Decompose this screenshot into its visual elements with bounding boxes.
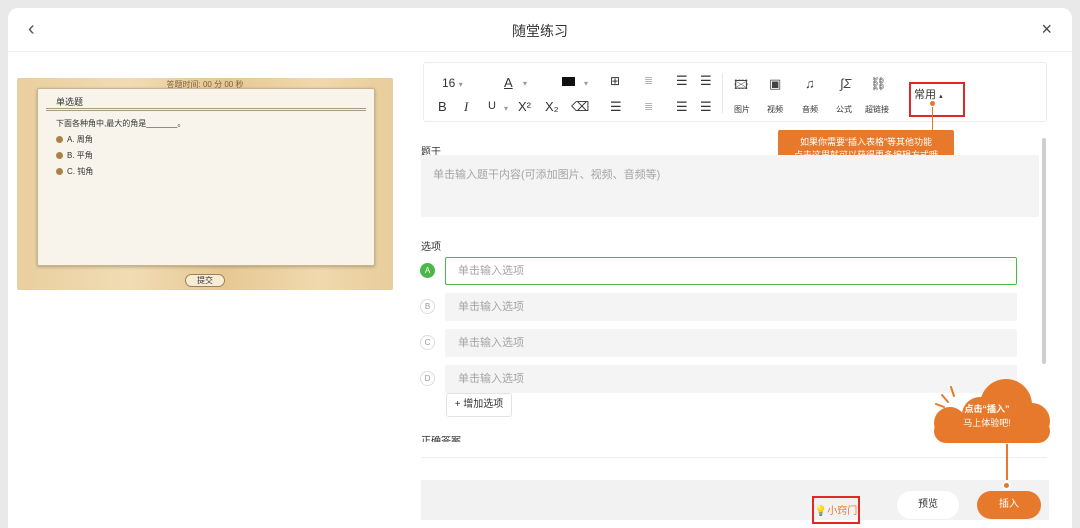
options-label: 选项 [421, 242, 441, 253]
option-input-a[interactable]: 单击输入选项 [445, 257, 1017, 285]
title-bar: ‹ 随堂练习 × [8, 8, 1072, 52]
preview-option[interactable]: A. 周角 [56, 134, 93, 145]
lightbulb-icon: 💡 [814, 506, 828, 517]
video-icon[interactable]: ▣ [769, 76, 781, 92]
chevron-down-icon[interactable]: ▾ [504, 104, 508, 113]
align-left-icon[interactable]: ☰ [676, 73, 688, 89]
callout-title: 点击“插入” [964, 404, 1010, 414]
option-input-c[interactable]: 单击输入选项 [445, 329, 1017, 357]
font-size-select[interactable]: 16 ▾ [442, 76, 463, 90]
hint-button[interactable]: 💡小窍门 [812, 502, 860, 522]
formula-label[interactable]: 公式 [836, 104, 852, 115]
audio-icon[interactable]: ♫ [805, 76, 815, 91]
chevron-down-icon[interactable]: ▾ [584, 79, 588, 88]
callout-subtitle: 马上体验吧! [963, 418, 1011, 428]
bg-color-icon[interactable] [562, 77, 575, 86]
underline-button[interactable]: U [488, 100, 496, 112]
insert-button[interactable]: 插入 [977, 491, 1041, 519]
superscript-button[interactable]: X² [518, 99, 531, 114]
callout-connector [1006, 444, 1008, 484]
dialog-title: 随堂练习 [512, 23, 568, 39]
question-type: 单选题 [56, 97, 84, 107]
text-color-icon[interactable]: A [504, 75, 513, 90]
option-letter-b[interactable]: B [420, 299, 435, 314]
stem-input[interactable]: 单击输入题干内容(可添加图片、视频、音频等) [421, 155, 1039, 217]
radio-dot-icon [56, 152, 63, 159]
align-center-icon[interactable]: ☰ [676, 99, 688, 115]
link-label[interactable]: 超链接 [865, 104, 889, 115]
align-right-icon[interactable]: ☰ [700, 73, 712, 89]
indent-icon[interactable]: ≣ [644, 100, 653, 113]
question-card: 单选题 下面各种角中,最大的角是_______。 A. 周角 B. 平角 C. … [37, 88, 375, 266]
align-justify-icon[interactable]: ☰ [700, 99, 712, 115]
video-label[interactable]: 视频 [767, 104, 783, 115]
bold-button[interactable]: B [438, 99, 447, 114]
tooltip-connector [932, 104, 933, 130]
add-option-button[interactable]: + 增加选项 [446, 393, 512, 417]
preview-option[interactable]: C. 钝角 [56, 166, 93, 177]
subscript-button[interactable]: X₂ [545, 99, 559, 114]
common-button[interactable]: 常用 ▴ [914, 86, 943, 102]
radio-dot-icon [56, 136, 63, 143]
image-label[interactable]: 图片 [734, 104, 750, 115]
question-preview: 答题时间: 00 分 00 秒 单选题 下面各种角中,最大的角是_______。… [17, 78, 393, 290]
submit-button[interactable]: 提交 [185, 274, 225, 287]
option-letter-d[interactable]: D [420, 371, 435, 386]
eraser-icon[interactable]: ⌫ [571, 99, 589, 115]
divider [421, 457, 1047, 458]
divider [46, 108, 366, 111]
preview-button[interactable]: 预览 [897, 491, 959, 519]
formula-icon[interactable]: ∫Σ [840, 76, 851, 91]
close-icon[interactable]: × [1041, 19, 1052, 40]
chevron-down-icon[interactable]: ▾ [523, 79, 527, 88]
divider [722, 73, 723, 113]
italic-button[interactable]: I [464, 99, 468, 115]
link-icon[interactable]: ⛓ [870, 76, 887, 92]
radio-dot-icon [56, 168, 63, 175]
audio-label[interactable]: 音频 [802, 104, 818, 115]
option-letter-c[interactable]: C [420, 335, 435, 350]
option-input-b[interactable]: 单击输入选项 [445, 293, 1017, 321]
correct-answer-label: 正确答案 [421, 436, 461, 442]
callout-dot [1002, 481, 1011, 490]
chevron-up-icon: ▴ [939, 93, 943, 100]
image-icon[interactable]: 🖾 [734, 76, 748, 98]
line-height-icon[interactable]: ☰ [610, 99, 622, 115]
option-letter-a[interactable]: A [420, 263, 435, 278]
scrollbar[interactable] [1042, 138, 1046, 364]
question-text: 下面各种角中,最大的角是_______。 [56, 119, 186, 128]
stem-placeholder: 单击输入题干内容(可添加图片、视频、音频等) [433, 169, 661, 181]
tooltip-dot [929, 100, 936, 107]
table-icon[interactable]: ⊞ [610, 74, 620, 88]
list-icon[interactable]: ≣ [644, 74, 653, 87]
preview-option[interactable]: B. 平角 [56, 150, 93, 161]
